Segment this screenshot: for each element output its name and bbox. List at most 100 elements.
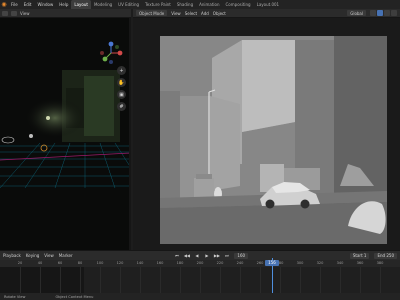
- track-grid-line: [380, 267, 381, 293]
- track-grid-line: [80, 267, 81, 293]
- track-grid-line: [180, 267, 181, 293]
- track-grid-line: [60, 267, 61, 293]
- track-grid-line: [280, 267, 281, 293]
- track-grid-line: [220, 267, 221, 293]
- transform-orientation-dropdown[interactable]: Global: [347, 10, 366, 16]
- viewport-nav-tools: + ✋ ▣ #: [117, 66, 126, 111]
- jump-keyframe-back-icon[interactable]: ◀◀: [184, 253, 190, 258]
- mode-button[interactable]: [11, 10, 17, 16]
- menu-select[interactable]: Select: [185, 11, 197, 16]
- timeline-header: Playback Keying View Marker ⏮ ◀◀ ◀ ▶ ▶▶ …: [0, 250, 400, 260]
- left-rendered-viewport[interactable]: + ✋ ▣ #: [0, 18, 131, 250]
- ruler-tick-label: 80: [77, 261, 83, 265]
- pan-hand-icon[interactable]: ✋: [117, 78, 126, 87]
- timeline-track-area[interactable]: [0, 267, 400, 293]
- start-value: 1: [363, 252, 367, 258]
- rendered-shading-icon[interactable]: [391, 10, 397, 16]
- shading-buttons: [370, 10, 397, 16]
- workspace-tab-compositing[interactable]: Compositing: [223, 0, 254, 9]
- camera-view-icon[interactable]: ▣: [117, 90, 126, 99]
- ruler-tick-label: 380: [376, 261, 384, 265]
- track-grid-line: [160, 267, 161, 293]
- workspace-tab-layout-001[interactable]: Layout.001: [254, 0, 283, 9]
- track-grid-line: [200, 267, 201, 293]
- ruler-tick-label: 340: [336, 261, 344, 265]
- start-frame-field[interactable]: Start 1: [349, 252, 370, 259]
- status-hint-rotate: Rotate View: [4, 294, 26, 299]
- track-grid-line: [340, 267, 341, 293]
- workspace-tab-texture-paint[interactable]: Texture Paint: [142, 0, 174, 9]
- menu-file[interactable]: File: [8, 2, 21, 7]
- jump-start-icon[interactable]: ⏮: [174, 253, 179, 258]
- workspace-tab-uv-editing[interactable]: UV Editing: [115, 0, 142, 9]
- ruler-tick-label: 120: [116, 261, 124, 265]
- track-grid-line: [40, 267, 41, 293]
- menu-object[interactable]: Object: [213, 11, 226, 16]
- ruler-tick-label: 220: [216, 261, 224, 265]
- workspace-tab-layout[interactable]: Layout: [71, 0, 91, 9]
- menu-edit[interactable]: Edit: [21, 2, 35, 7]
- grid-toggle-icon[interactable]: #: [117, 102, 126, 111]
- workspace-tab-shading[interactable]: Shading: [174, 0, 196, 9]
- ruler-tick-label: 40: [37, 261, 43, 265]
- play-reverse-icon[interactable]: ◀: [194, 253, 199, 258]
- top-menu-bar: ◉ File Edit Window Help Layout Modeling …: [0, 0, 400, 9]
- track-grid-line: [320, 267, 321, 293]
- timeline-menu-view[interactable]: View: [44, 253, 54, 258]
- track-grid-line: [360, 267, 361, 293]
- clay-scene-render: [160, 36, 387, 244]
- jump-end-icon[interactable]: ⏭: [224, 253, 229, 258]
- ruler-tick-label: 240: [236, 261, 244, 265]
- timeline-menu-marker[interactable]: Marker: [59, 253, 73, 258]
- navigation-gizmo[interactable]: [98, 40, 124, 66]
- editor-type-button[interactable]: [2, 10, 8, 16]
- ruler-tick-label: 260: [256, 261, 264, 265]
- track-grid-line: [260, 267, 261, 293]
- playhead-frame-label[interactable]: 156: [265, 260, 279, 266]
- workspace-tab-modeling[interactable]: Modeling: [91, 0, 115, 9]
- camera-frame: [160, 36, 387, 244]
- solid-shading-icon[interactable]: [377, 10, 383, 16]
- track-grid-line: [140, 267, 141, 293]
- menu-help[interactable]: Help: [56, 2, 71, 7]
- object-mode-label: Object Mode: [139, 10, 165, 16]
- track-grid-line: [120, 267, 121, 293]
- end-value: 250: [386, 252, 394, 258]
- end-label: End: [377, 252, 386, 258]
- blender-logo-icon[interactable]: ◉: [0, 1, 8, 9]
- ruler-tick-label: 140: [136, 261, 144, 265]
- timeline-menu-keying[interactable]: Keying: [26, 253, 39, 258]
- ruler-tick-label: 100: [96, 261, 104, 265]
- right-camera-viewport[interactable]: [133, 18, 400, 250]
- ruler-tick-label: 160: [156, 261, 164, 265]
- ruler-tick-label: 20: [17, 261, 23, 265]
- ruler-tick-label: 60: [57, 261, 63, 265]
- ruler-tick-label: 200: [196, 261, 204, 265]
- start-label: Start: [352, 252, 363, 258]
- current-frame-field[interactable]: 160: [234, 252, 249, 259]
- track-grid-line: [240, 267, 241, 293]
- ruler-tick-label: 180: [176, 261, 184, 265]
- menu-add[interactable]: Add: [201, 11, 209, 16]
- timeline-ruler[interactable]: 20 40 60 80 100 120 140 160 180 200 220 240 260 280 30…: [0, 260, 400, 267]
- menu-view[interactable]: View: [171, 11, 181, 16]
- play-icon[interactable]: ▶: [204, 253, 209, 258]
- track-grid-line: [300, 267, 301, 293]
- workspace-tab-animation[interactable]: Animation: [196, 0, 222, 9]
- jump-keyframe-forward-icon[interactable]: ▶▶: [214, 253, 220, 258]
- end-frame-field[interactable]: End 250: [374, 252, 397, 259]
- right-viewport-header: Object Mode View Select Add Object Globa…: [133, 9, 400, 18]
- left-view-menu[interactable]: View: [20, 11, 30, 16]
- transform-orientation-label: Global: [350, 10, 363, 16]
- material-shading-icon[interactable]: [384, 10, 390, 16]
- menu-window[interactable]: Window: [34, 2, 56, 7]
- object-mode-dropdown[interactable]: Object Mode: [136, 10, 168, 16]
- wireframe-shading-icon[interactable]: [370, 10, 376, 16]
- timeline-menu-playback[interactable]: Playback: [3, 253, 21, 258]
- zoom-icon[interactable]: +: [117, 66, 126, 75]
- ruler-tick-label: 360: [356, 261, 364, 265]
- status-hint-context-menu: Object Context Menu: [55, 294, 94, 299]
- left-viewport-header: View: [0, 9, 131, 18]
- out-of-range-shade: [0, 267, 84, 293]
- track-grid-line: [20, 267, 21, 293]
